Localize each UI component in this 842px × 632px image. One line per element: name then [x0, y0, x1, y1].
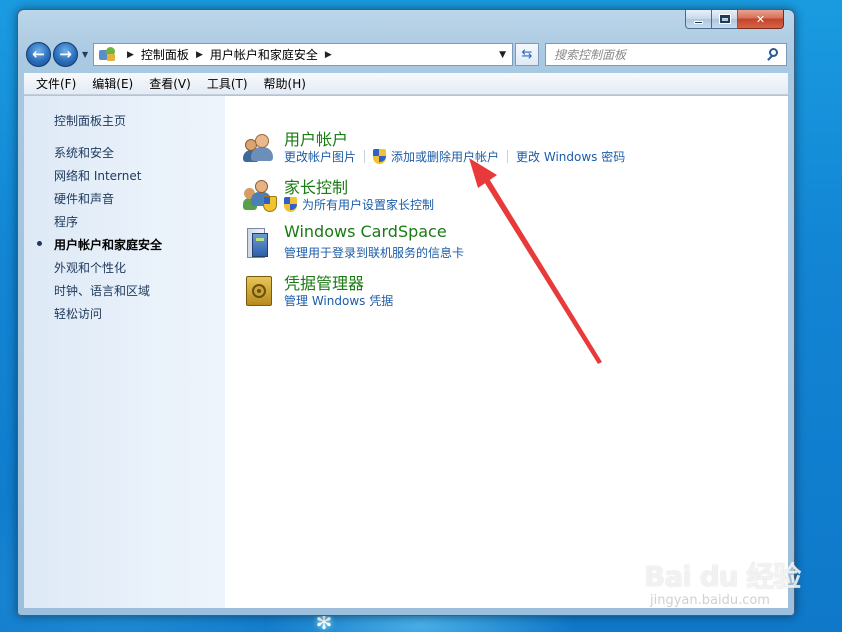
- sidebar-item-appearance[interactable]: 外观和个性化: [54, 259, 162, 282]
- uac-shield-icon: [284, 197, 297, 212]
- control-panel-window: ✕ ← → ▼ ▶ 控制面板 ▶ 用户帐户和家庭安全 ▶ ▼ ⇆ 文件(F) 编…: [17, 9, 795, 616]
- minimize-button[interactable]: [685, 10, 712, 29]
- control-panel-icon: [99, 47, 116, 62]
- breadcrumb-chevron-icon[interactable]: ▶: [127, 50, 134, 60]
- forward-arrow-icon: →: [59, 45, 72, 63]
- manage-windows-credentials-link[interactable]: 管理 Windows 凭据: [284, 292, 393, 309]
- breadcrumb-control-panel[interactable]: 控制面板: [141, 46, 189, 63]
- link-divider: [364, 150, 366, 163]
- recent-pages-dropdown[interactable]: ▼: [82, 50, 88, 59]
- manage-info-cards-link[interactable]: 管理用于登录到联机服务的信息卡: [284, 244, 464, 261]
- back-button[interactable]: ←: [26, 42, 51, 67]
- maximize-button[interactable]: [712, 10, 738, 29]
- menu-view[interactable]: 查看(V): [141, 73, 199, 95]
- category-parental-controls: 家长控制 为所有用户设置家长控制: [243, 174, 783, 218]
- uac-shield-icon: [373, 149, 387, 164]
- caption-buttons: ✕: [685, 10, 784, 29]
- current-page-bullet-icon: [37, 241, 42, 246]
- category-links: 为所有用户设置家长控制: [284, 196, 434, 213]
- close-button[interactable]: ✕: [738, 10, 784, 29]
- address-dropdown-icon[interactable]: ▼: [499, 50, 506, 60]
- credential-vault-icon[interactable]: [243, 274, 277, 308]
- refresh-icon: ⇆: [521, 47, 533, 62]
- breadcrumb-chevron-icon[interactable]: ▶: [196, 50, 203, 60]
- cardspace-icon[interactable]: [243, 226, 277, 260]
- sidebar-item-user-accounts[interactable]: 用户帐户和家庭安全: [37, 236, 163, 259]
- sidebar-item-ease-of-access[interactable]: 轻松访问: [54, 305, 162, 328]
- sidebar-home-link[interactable]: 控制面板主页: [54, 112, 126, 129]
- sidebar: 控制面板主页 系统和安全 网络和 Internet 硬件和声音 程序 用户帐户和…: [24, 96, 225, 608]
- back-arrow-icon: ←: [32, 45, 45, 63]
- search-box[interactable]: [545, 43, 787, 66]
- forward-button[interactable]: →: [53, 42, 78, 67]
- menu-tools[interactable]: 工具(T): [199, 73, 256, 95]
- sidebar-category-list: 系统和安全 网络和 Internet 硬件和声音 程序 用户帐户和家庭安全 外观…: [37, 144, 163, 328]
- category-title[interactable]: 家长控制: [284, 174, 348, 198]
- category-title[interactable]: 用户帐户: [284, 126, 348, 150]
- menu-bar: 文件(F) 编辑(E) 查看(V) 工具(T) 帮助(H): [24, 73, 788, 95]
- sidebar-item-clock-language[interactable]: 时钟、语言和区域: [54, 282, 162, 305]
- set-parental-controls-link[interactable]: 为所有用户设置家长控制: [302, 196, 434, 213]
- change-account-picture-link[interactable]: 更改帐户图片: [284, 148, 356, 165]
- close-icon: ✕: [755, 12, 766, 26]
- users-icon[interactable]: [243, 130, 277, 164]
- category-title[interactable]: 凭据管理器: [284, 270, 364, 294]
- sidebar-item-hardware-sound[interactable]: 硬件和声音: [54, 190, 162, 213]
- category-links: 管理用于登录到联机服务的信息卡: [284, 244, 464, 261]
- watermark-text: Bai du 经验: [644, 560, 801, 593]
- breadcrumb-user-accounts[interactable]: 用户帐户和家庭安全: [210, 46, 318, 63]
- add-remove-accounts-link[interactable]: 添加或删除用户帐户: [391, 148, 499, 165]
- maximize-icon: [718, 14, 731, 24]
- category-credential-manager: 凭据管理器 管理 Windows 凭据: [243, 270, 783, 314]
- content-area: 控制面板主页 系统和安全 网络和 Internet 硬件和声音 程序 用户帐户和…: [24, 96, 788, 608]
- minimize-icon: [694, 21, 703, 24]
- category-links: 更改帐户图片 添加或删除用户帐户 更改 Windows 密码: [284, 148, 625, 165]
- link-divider: [507, 150, 509, 163]
- baidu-watermark: Bai du 经验 jingyan.baidu.com: [644, 545, 804, 615]
- navigation-bar: ← → ▼ ▶ 控制面板 ▶ 用户帐户和家庭安全 ▶ ▼ ⇆: [24, 41, 788, 69]
- search-icon[interactable]: [764, 46, 782, 64]
- category-title[interactable]: Windows CardSpace: [284, 222, 447, 241]
- refresh-button[interactable]: ⇆: [515, 43, 539, 66]
- address-bar[interactable]: ▶ 控制面板 ▶ 用户帐户和家庭安全 ▶ ▼: [93, 43, 513, 66]
- search-input[interactable]: [546, 44, 764, 65]
- menu-help[interactable]: 帮助(H): [256, 73, 314, 95]
- watermark-url: jingyan.baidu.com: [650, 593, 770, 608]
- sidebar-item-label: 用户帐户和家庭安全: [54, 238, 163, 252]
- sidebar-item-programs[interactable]: 程序: [54, 213, 162, 236]
- menu-edit[interactable]: 编辑(E): [84, 73, 141, 95]
- menu-file[interactable]: 文件(F): [28, 73, 84, 95]
- sidebar-item-system-security[interactable]: 系统和安全: [54, 144, 162, 167]
- family-safety-icon[interactable]: [243, 178, 277, 212]
- category-user-accounts: 用户帐户 更改帐户图片 添加或删除用户帐户 更改 Windows 密码: [243, 126, 783, 170]
- category-links: 管理 Windows 凭据: [284, 292, 393, 309]
- change-windows-password-link[interactable]: 更改 Windows 密码: [516, 148, 625, 165]
- sidebar-item-network[interactable]: 网络和 Internet: [54, 167, 162, 190]
- category-cardspace: Windows CardSpace 管理用于登录到联机服务的信息卡: [243, 222, 783, 266]
- breadcrumb-chevron-icon[interactable]: ▶: [325, 50, 332, 60]
- main-panel: 用户帐户 更改帐户图片 添加或删除用户帐户 更改 Windows 密码 家长控制: [225, 96, 788, 608]
